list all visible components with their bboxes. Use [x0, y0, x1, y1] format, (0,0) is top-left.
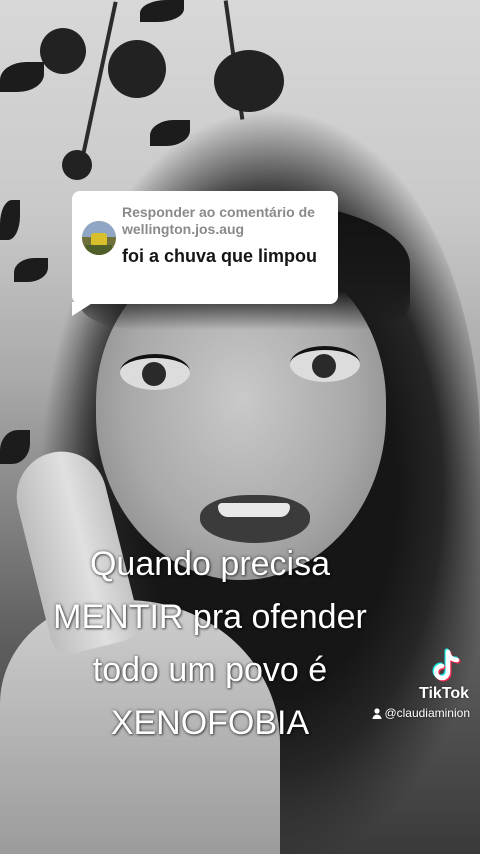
caption-line: XENOFOBIA — [110, 704, 310, 742]
caption-line: todo um povo é — [92, 651, 328, 689]
commenter-avatar — [82, 221, 116, 255]
caption-line: Quando precisa — [89, 545, 331, 583]
creator-username: @claudiaminion — [372, 705, 470, 721]
reply-comment-sticker[interactable]: Responder ao comentário de wellington.jo… — [72, 191, 338, 316]
mouth — [200, 495, 310, 543]
reply-header: Responder ao comentário de wellington.jo… — [122, 204, 315, 237]
reply-comment-text: foi a chuva que limpou — [122, 246, 318, 266]
right-eye — [290, 346, 360, 382]
person-icon — [372, 708, 382, 720]
tiktok-brand: TikTok — [418, 685, 470, 702]
username-text: @claudiaminion — [384, 706, 470, 720]
left-eye — [120, 354, 190, 390]
video-frame[interactable]: Responder ao comentário de wellington.jo… — [0, 0, 480, 854]
caption-line: MENTIR pra ofender — [53, 598, 367, 636]
tiktok-logo-icon — [432, 648, 461, 682]
video-caption: Quando precisa MENTIR pra ofender todo u… — [0, 538, 420, 750]
